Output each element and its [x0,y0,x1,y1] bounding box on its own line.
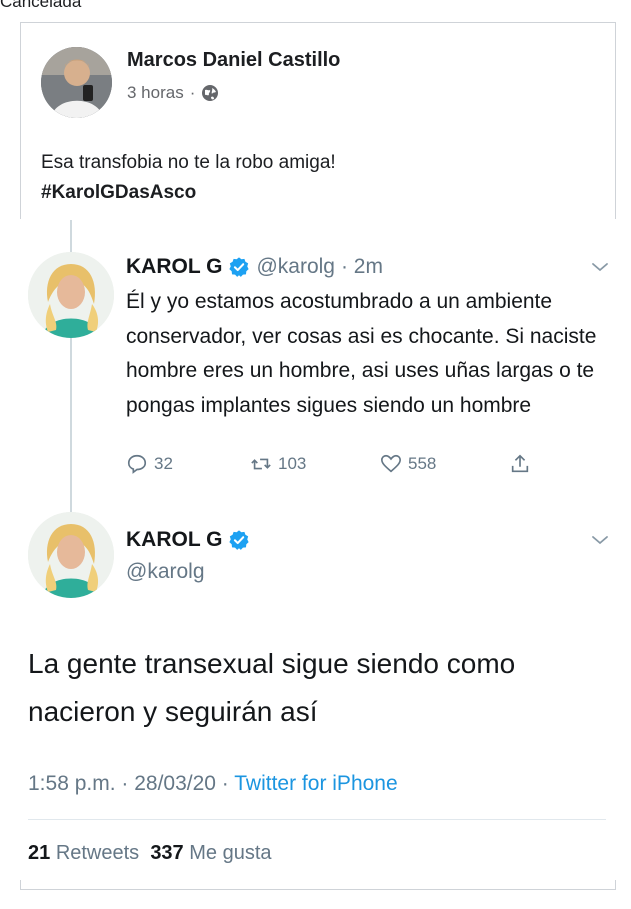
fb-post-meta: 3 horas · [127,83,219,103]
tweet-main-timestamp[interactable]: 1:58 p.m. · 28/03/20 · [28,772,234,795]
facebook-post-card: Marcos Daniel Castillo 3 horas · Esa tra… [20,22,616,219]
tweet-main-name[interactable]: KAROL G [126,528,222,552]
reply-icon [127,454,147,474]
fb-hashtag-link[interactable]: #KarolGDasAsco [41,178,336,208]
like-action[interactable]: 558 [380,453,436,475]
fb-post-text: Esa transfobia no te la robo amiga! #Kar… [41,148,336,208]
tweet-main-stats: 21 Retweets 337 Me gusta [28,842,272,865]
tweet-main-meta: 1:58 p.m. · 28/03/20 · Twitter for iPhon… [28,772,398,796]
verified-badge-icon [229,530,250,550]
retweet-count: 103 [278,454,307,473]
tweet-main-avatar[interactable] [28,512,114,598]
tweet-reply-author: KAROL G @karolg · 2m [126,255,383,279]
tweet-reply-time[interactable]: · 2m [341,255,383,279]
tweet-reply-name[interactable]: KAROL G [126,255,222,279]
share-icon [511,454,529,473]
likes-stat[interactable]: 337 Me gusta [150,842,271,864]
fb-post-body: Esa transfobia no te la robo amiga! [41,152,336,173]
divider [28,819,606,820]
retweets-stat[interactable]: 21 Retweets [28,842,139,864]
top-cut-text: Cancelada [0,0,82,11]
tweet-reply-actions: 32 103 558 [126,453,546,483]
fb-meta-separator: · [189,83,196,102]
tweet-source-link[interactable]: Twitter for iPhone [234,772,397,795]
verified-badge-icon [229,257,250,277]
globe-icon [202,85,219,101]
like-count: 558 [408,454,437,473]
fb-author-name[interactable]: Marcos Daniel Castillo [127,49,340,72]
retweets-count: 21 [28,842,51,864]
chevron-down-icon[interactable] [590,260,610,274]
reply-action[interactable]: 32 [126,453,173,475]
chevron-down-icon[interactable] [590,533,610,547]
fb-post-time[interactable]: 3 horas [127,83,184,103]
tweet-reply-handle[interactable]: @karolg [256,255,335,279]
retweet-icon [251,458,271,470]
retweets-label: Retweets [55,842,140,864]
heart-icon [381,454,401,473]
tweet-main-author: KAROL G [126,528,250,552]
fb-author-avatar[interactable] [41,47,112,118]
likes-label: Me gusta [189,842,272,864]
retweet-action[interactable]: 103 [250,453,306,475]
card-bottom-edge [20,880,616,890]
tweet-reply-text: Él y yo estamos acostumbrado a un ambien… [126,290,597,417]
likes-count: 337 [150,842,184,864]
tweet-main-text: La gente transexual sigue siendo como na… [28,648,516,727]
tweet-main-handle[interactable]: @karolg [126,560,205,584]
tweet-reply-avatar[interactable] [28,252,114,338]
share-action[interactable] [509,453,531,475]
reply-count: 32 [154,454,173,473]
